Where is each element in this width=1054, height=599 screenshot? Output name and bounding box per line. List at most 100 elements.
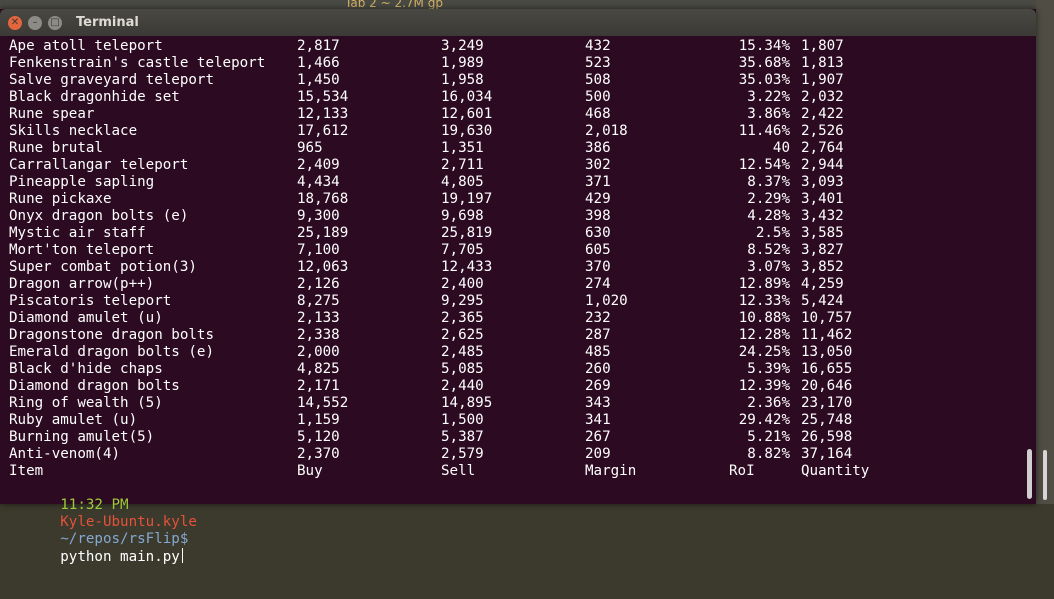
row-sell-price: 5,387	[441, 429, 484, 445]
row-margin: 398	[585, 208, 611, 224]
row-margin: 302	[585, 157, 611, 173]
table-row: Skills necklace 17,612 19,630 2,018 2,526 11.…	[9, 123, 1036, 140]
row-sell-price: 3,249	[441, 38, 484, 54]
header-item: Item	[9, 463, 44, 479]
table-row: Diamond dragon bolts 2,171 2,440 269 20,646 1…	[9, 378, 1036, 395]
row-sell-price: 9,295	[441, 293, 484, 309]
terminal-output[interactable]: Ape atoll teleport 2,817 3,249 432 1,807 15.3…	[9, 38, 1036, 565]
row-item-name: Fenkenstrain's castle teleport	[9, 55, 266, 71]
header-buy: Buy	[297, 463, 323, 479]
row-margin: 485	[585, 344, 611, 360]
row-roi: 3.86%	[747, 106, 790, 122]
row-roi: 12.89%	[738, 276, 790, 292]
row-item-name: Carrallangar teleport	[9, 157, 189, 173]
row-margin: 2,018	[585, 123, 628, 139]
row-item-name: Anti-venom(4)	[9, 446, 121, 462]
header-quantity: Quantity	[801, 463, 870, 479]
row-roi: 12.54%	[738, 157, 790, 173]
results-table: Ape atoll teleport 2,817 3,249 432 1,807 15.3…	[9, 38, 1036, 463]
row-sell-price: 9,698	[441, 208, 484, 224]
row-item-name: Ape atoll teleport	[9, 38, 163, 54]
table-row: Ape atoll teleport 2,817 3,249 432 1,807 15.3…	[9, 38, 1036, 55]
background-scrollbar[interactable]	[1043, 450, 1047, 500]
close-icon[interactable]: ✕	[8, 15, 22, 30]
row-quantity: 26,598	[801, 429, 853, 445]
minimize-icon[interactable]: –	[28, 15, 42, 30]
row-quantity: 1,807	[801, 38, 844, 54]
table-row: Mystic air staff 25,189 25,819 630 3,585 2.5%	[9, 225, 1036, 242]
table-row: Diamond amulet (u) 2,133 2,365 232 10,757 10.…	[9, 310, 1036, 327]
row-roi: 40	[772, 140, 790, 156]
row-roi: 8.37%	[747, 174, 790, 190]
row-roi: 8.82%	[747, 446, 790, 462]
row-sell-price: 14,895	[441, 395, 493, 411]
row-margin: 341	[585, 412, 611, 428]
row-item-name: Emerald dragon bolts (e)	[9, 344, 214, 360]
header-roi: RoI	[729, 463, 755, 479]
row-sell-price: 12,433	[441, 259, 493, 275]
row-item-name: Dragonstone dragon bolts	[9, 327, 214, 343]
row-sell-price: 16,034	[441, 89, 493, 105]
row-buy-price: 8,275	[297, 293, 340, 309]
row-margin: 343	[585, 395, 611, 411]
terminal-window[interactable]: ✕ – □ Terminal Ape atoll teleport 2,817 3,…	[0, 9, 1036, 565]
row-item-name: Skills necklace	[9, 123, 138, 139]
table-row: Fenkenstrain's castle teleport 1,466 1,989…	[9, 55, 1036, 72]
row-sell-price: 5,085	[441, 361, 484, 377]
table-row: Dragonstone dragon bolts 2,338 2,625 287 11,…	[9, 327, 1036, 344]
table-row: Black d'hide chaps 4,825 5,085 260 16,655 5.3…	[9, 361, 1036, 378]
shell-prompt[interactable]: 11:32 PM Kyle-Ubuntu.kyle ~/repos/rsFlip…	[9, 480, 205, 583]
background-right-panel	[1036, 0, 1054, 504]
row-roi: 10.88%	[738, 310, 790, 326]
row-sell-price: 2,625	[441, 327, 484, 343]
row-roi: 12.39%	[738, 378, 790, 394]
row-item-name: Salve graveyard teleport	[9, 72, 214, 88]
prompt-user-host: Kyle-Ubuntu.kyle	[60, 514, 206, 530]
row-margin: 371	[585, 174, 611, 190]
text-cursor	[181, 548, 183, 563]
row-item-name: Pineapple sapling	[9, 174, 155, 190]
row-margin: 267	[585, 429, 611, 445]
row-roi: 3.22%	[747, 89, 790, 105]
table-row: Mort'ton teleport 7,100 7,705 605 3,827 8.52%	[9, 242, 1036, 259]
row-quantity: 11,462	[801, 327, 853, 343]
row-roi: 35.68%	[738, 55, 790, 71]
terminal-titlebar[interactable]: ✕ – □ Terminal	[0, 9, 1036, 36]
row-buy-price: 5,120	[297, 429, 340, 445]
prompt-time: 11:32 PM	[60, 497, 138, 513]
row-buy-price: 12,063	[297, 259, 349, 275]
row-buy-price: 2,409	[297, 157, 340, 173]
row-margin: 232	[585, 310, 611, 326]
row-margin: 630	[585, 225, 611, 241]
row-margin: 508	[585, 72, 611, 88]
row-quantity: 1,813	[801, 55, 844, 71]
row-buy-price: 4,825	[297, 361, 340, 377]
row-roi: 12.33%	[738, 293, 790, 309]
prompt-command[interactable]: python main.py	[60, 549, 180, 565]
row-quantity: 37,164	[801, 446, 853, 462]
table-row: Anti-venom(4) 2,370 2,579 209 37,164 8.82%	[9, 446, 1036, 463]
row-roi: 4.28%	[747, 208, 790, 224]
row-item-name: Black d'hide chaps	[9, 361, 163, 377]
row-roi: 8.52%	[747, 242, 790, 258]
row-quantity: 1,907	[801, 72, 844, 88]
table-row: Carrallangar teleport 2,409 2,711 302 2,944 1…	[9, 157, 1036, 174]
row-quantity: 23,170	[801, 395, 853, 411]
row-buy-price: 17,612	[297, 123, 349, 139]
table-header-row: Item Buy Sell Margin RoI Quantity	[9, 463, 1036, 480]
terminal-scrollbar[interactable]	[1027, 449, 1032, 499]
row-quantity: 4,259	[801, 276, 844, 292]
row-buy-price: 2,171	[297, 378, 340, 394]
row-sell-price: 2,440	[441, 378, 484, 394]
table-row: Ruby amulet (u) 1,159 1,500 341 25,748 29.42%	[9, 412, 1036, 429]
row-item-name: Ruby amulet (u)	[9, 412, 138, 428]
maximize-icon[interactable]: □	[48, 15, 62, 30]
row-margin: 500	[585, 89, 611, 105]
row-quantity: 5,424	[801, 293, 844, 309]
row-quantity: 2,422	[801, 106, 844, 122]
table-row: Rune pickaxe 18,768 19,197 429 3,401 2.29%	[9, 191, 1036, 208]
row-item-name: Rune brutal	[9, 140, 103, 156]
row-item-name: Rune pickaxe	[9, 191, 112, 207]
row-quantity: 13,050	[801, 344, 853, 360]
row-item-name: Piscatoris teleport	[9, 293, 172, 309]
